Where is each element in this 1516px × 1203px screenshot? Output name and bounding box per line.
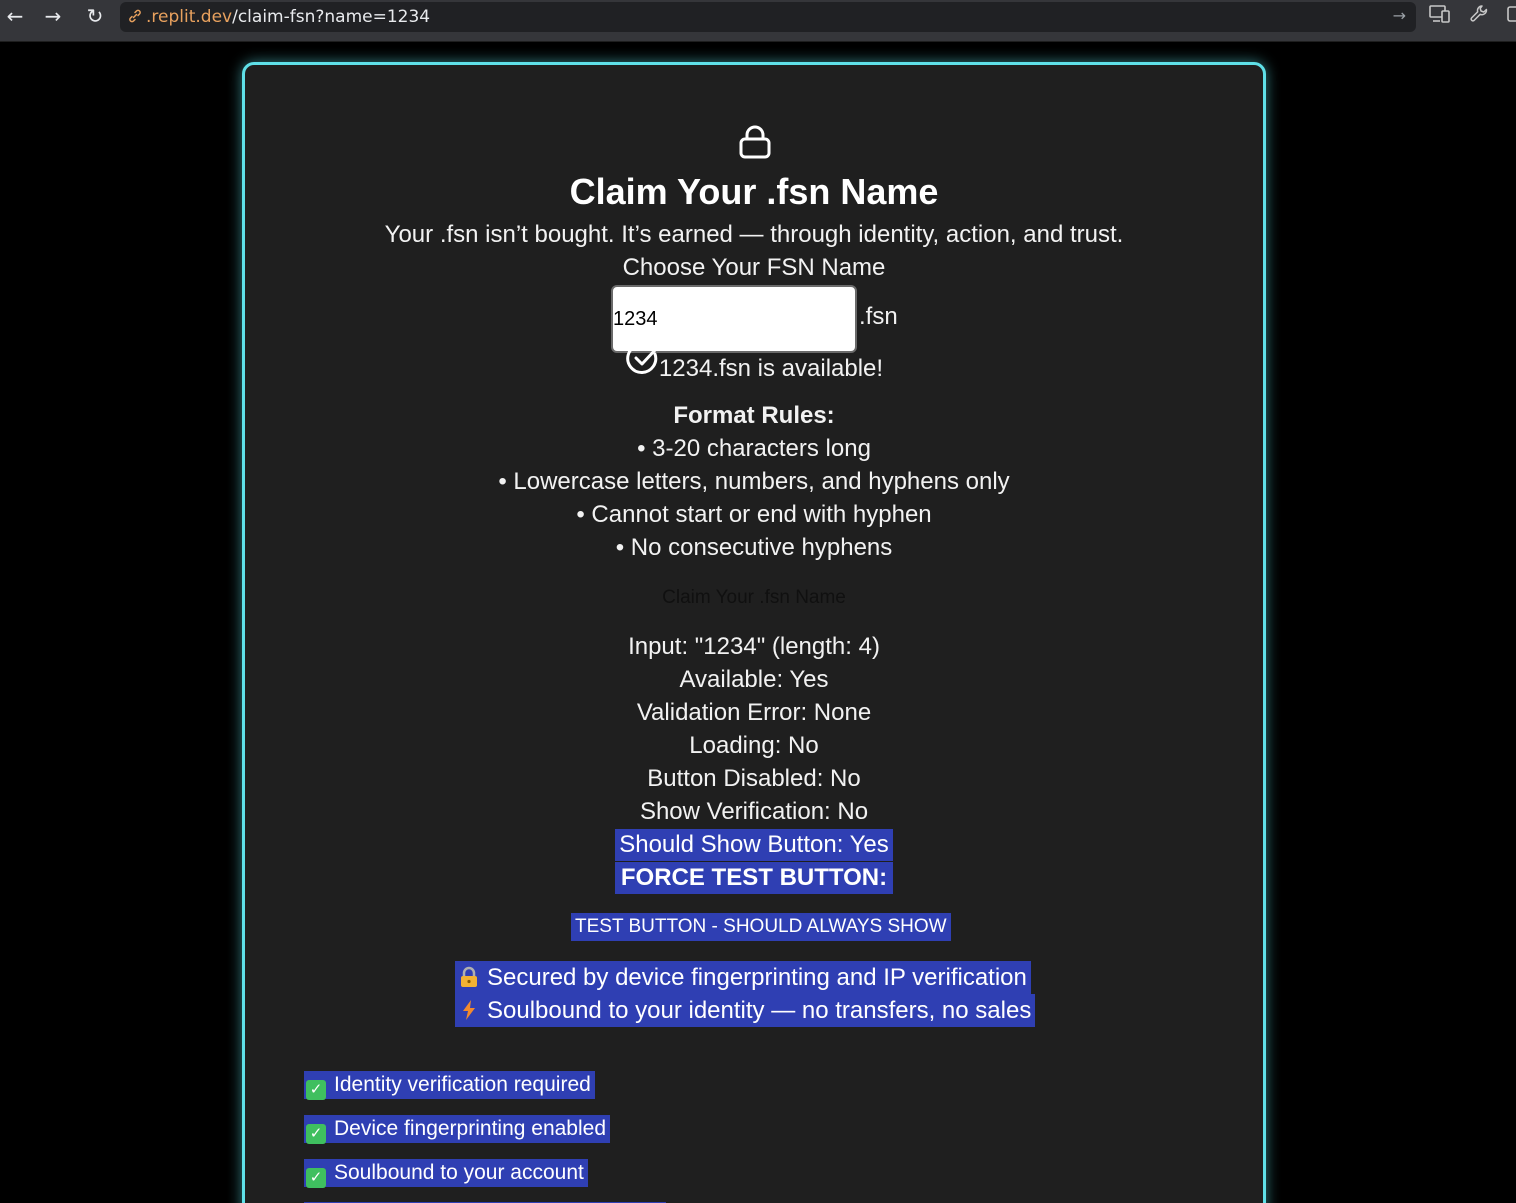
availability-text: 1234.fsn is available! — [658, 355, 884, 382]
claim-button[interactable]: Claim Your .fsn Name — [245, 587, 1263, 609]
padlock-icon — [461, 966, 477, 987]
fsn-suffix: .fsn — [859, 303, 898, 330]
feature-item: ✓ Device fingerprinting enabled — [304, 1115, 611, 1144]
debug-line: Available: Yes — [679, 666, 829, 693]
check-circle-icon — [626, 343, 658, 374]
security-line: Secured by device fingerprinting and IP … — [455, 961, 1031, 994]
wrench-icon[interactable] — [1465, 4, 1493, 28]
debug-line: Show Verification: No — [639, 798, 869, 825]
checkbox-icon: ✓ — [306, 1124, 326, 1144]
checkbox-icon: ✓ — [306, 1080, 326, 1100]
debug-line: Button Disabled: No — [647, 765, 861, 792]
debug-line: Input: "1234" (length: 4) — [628, 633, 880, 660]
force-test-label: FORCE TEST BUTTON: — [245, 862, 1263, 894]
rule-item: • Lowercase letters, numbers, and hyphen… — [498, 468, 1010, 495]
page-title: Claim Your .fsn Name — [569, 171, 939, 212]
sidepanel-icon[interactable] — [1500, 4, 1516, 28]
should-show-line: Should Show Button: Yes — [245, 829, 1263, 861]
back-icon[interactable]: ← — [0, 4, 30, 28]
checkbox-icon: ✓ — [306, 1168, 326, 1188]
soulbound-line: Soulbound to your identity — no transfer… — [455, 994, 1036, 1027]
rules-title: Format Rules: — [673, 402, 835, 429]
link-icon — [126, 8, 144, 26]
browser-toolbar: ← → ↻ .replit.dev/claim-fsn?name=1234 → — [0, 0, 1516, 42]
test-button[interactable]: TEST BUTTON - SHOULD ALWAYS SHOW — [571, 913, 951, 941]
availability-message: 1234.fsn is available! — [245, 343, 1263, 383]
go-arrow-icon[interactable]: → — [1393, 6, 1406, 25]
claim-card: Claim Your .fsn Name Your .fsn isn’t bou… — [242, 62, 1266, 1203]
reload-icon[interactable]: ↻ — [80, 4, 110, 28]
devices-icon[interactable] — [1426, 4, 1454, 28]
lock-icon — [739, 125, 771, 159]
rule-item: • 3-20 characters long — [637, 435, 871, 462]
choose-label: Choose Your FSN Name — [622, 254, 886, 281]
address-bar[interactable]: .replit.dev/claim-fsn?name=1234 → — [120, 2, 1416, 32]
forward-icon[interactable]: → — [38, 4, 68, 28]
subtitle: Your .fsn isn’t bought. It’s earned — th… — [384, 221, 1124, 248]
rule-item: • No consecutive hyphens — [615, 534, 893, 561]
debug-line: Validation Error: None — [636, 699, 872, 726]
feature-item: ✓ Identity verification required — [304, 1071, 595, 1100]
url-text: .replit.dev/claim-fsn?name=1234 — [146, 7, 431, 27]
debug-line: Loading: No — [689, 732, 819, 759]
rule-item: • Cannot start or end with hyphen — [576, 501, 932, 528]
feature-item: ✓ Soulbound to your account — [304, 1159, 588, 1188]
page-viewport: Claim Your .fsn Name Your .fsn isn’t bou… — [0, 42, 1516, 1203]
lightning-icon — [463, 1000, 475, 1020]
